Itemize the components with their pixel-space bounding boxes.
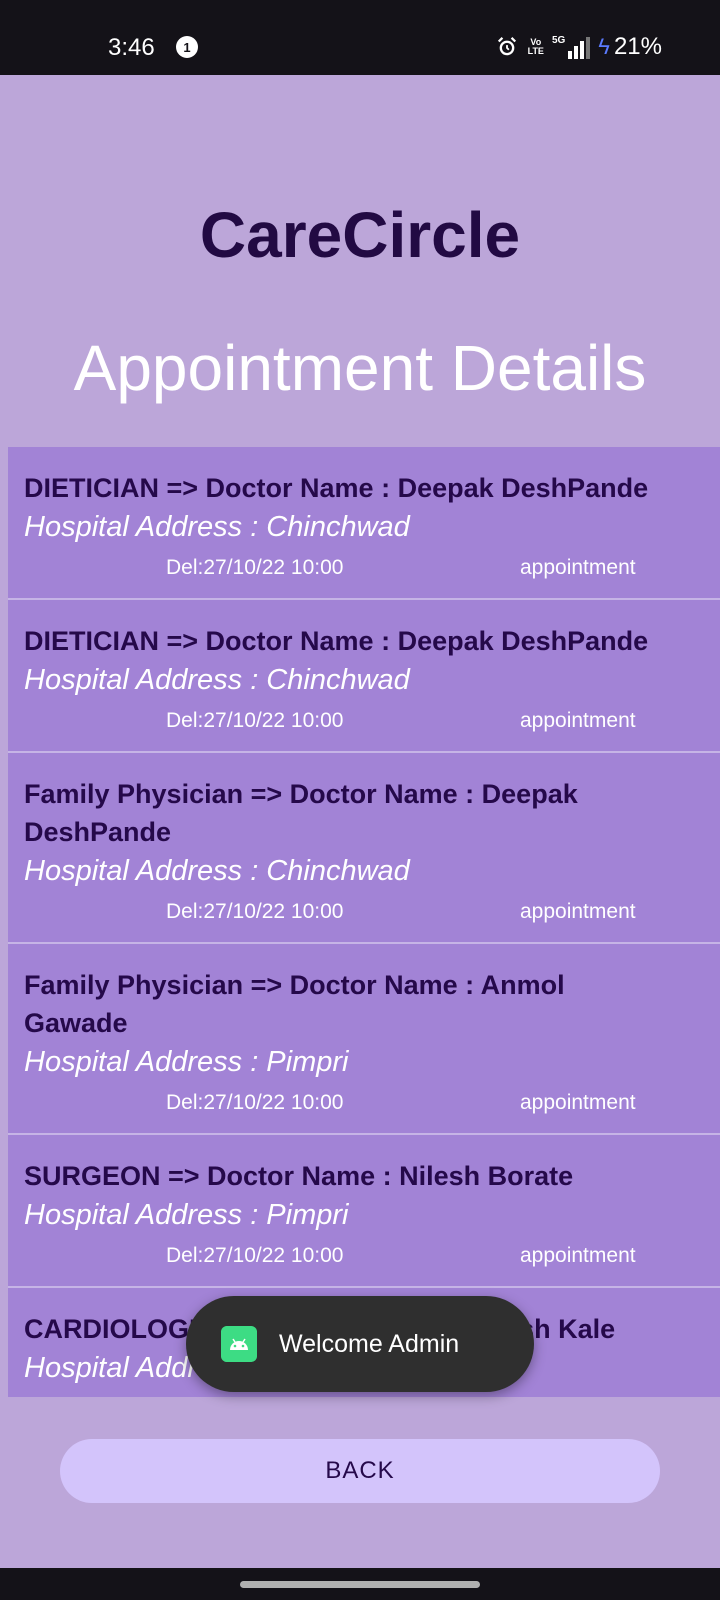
appointment-date: Del:27/10/22 10:00: [166, 1244, 344, 1267]
appointment-type: appointment: [520, 556, 636, 579]
signal-icon: 5G: [551, 35, 591, 59]
appointment-title: DIETICIAN => Doctor Name : Deepak DeshPa…: [24, 626, 649, 656]
status-icons: Vo LTE 5G ϟ 21%: [496, 32, 662, 62]
appointment-date: Del:27/10/22 10:00: [166, 556, 344, 579]
navigation-bar: [0, 1568, 720, 1600]
appointment-list[interactable]: DIETICIAN => Doctor Name : Deepak DeshPa…: [8, 447, 720, 1397]
appointment-card[interactable]: DIETICIAN => Doctor Name : Deepak DeshPa…: [8, 600, 720, 753]
toast-message: Welcome Admin: [186, 1296, 534, 1392]
appointment-type: appointment: [520, 1244, 636, 1267]
appointment-date: Del:27/10/22 10:00: [166, 1091, 344, 1114]
hospital-address: Hospital Address : Chinchwad: [24, 855, 410, 887]
hospital-address: Hospital Address : Pimpri: [24, 1199, 349, 1231]
battery-percent: 21%: [613, 33, 662, 60]
appointment-type: appointment: [520, 1091, 636, 1114]
status-bar: 3:46 1 Vo LTE 5G ϟ 21%: [0, 0, 720, 75]
appointment-card[interactable]: DIETICIAN => Doctor Name : Deepak DeshPa…: [8, 447, 720, 600]
appointment-type: appointment: [520, 709, 636, 732]
appointment-title: Family Physician => Doctor Name : Deepak…: [24, 779, 578, 847]
appointment-date: Del:27/10/22 10:00: [166, 900, 344, 923]
volte-indicator: Vo LTE: [527, 37, 544, 56]
appointment-card[interactable]: Family Physician => Doctor Name : Deepak…: [8, 753, 720, 944]
app-title: CareCircle: [199, 199, 521, 271]
hospital-address: Hospital Address : Chinchwad: [24, 664, 410, 696]
appointment-title: DIETICIAN => Doctor Name : Deepak DeshPa…: [24, 473, 649, 503]
appointment-title: SURGEON => Doctor Name : Nilesh Borate: [24, 1161, 574, 1191]
appointment-type: appointment: [520, 900, 636, 923]
android-icon: [221, 1326, 257, 1362]
appointment-title: Family Physician => Doctor Name : Anmol …: [24, 970, 565, 1038]
alarm-icon: [497, 37, 516, 56]
page-title: Appointment Details: [73, 332, 647, 404]
home-gesture-handle[interactable]: [240, 1581, 480, 1588]
appointment-card[interactable]: Family Physician => Doctor Name : Anmol …: [8, 944, 720, 1135]
toast-text: Welcome Admin: [279, 1330, 460, 1358]
network-type: 5G: [551, 35, 566, 46]
notification-badge: 1: [176, 36, 198, 58]
hospital-address: Hospital Address : Pimpri: [24, 1046, 349, 1078]
appointment-card[interactable]: SURGEON => Doctor Name : Nilesh Borate H…: [8, 1135, 720, 1288]
status-time: 3:46: [108, 34, 155, 61]
hospital-address: Hospital Address : Chinchwad: [24, 511, 410, 543]
appointment-date: Del:27/10/22 10:00: [166, 709, 344, 732]
back-button[interactable]: BACK: [60, 1439, 660, 1503]
charging-bolt-icon: ϟ: [598, 34, 610, 59]
